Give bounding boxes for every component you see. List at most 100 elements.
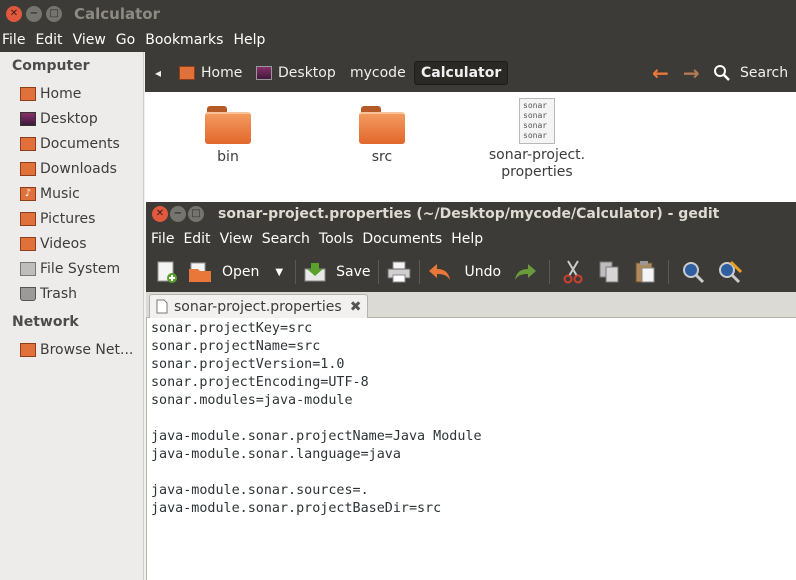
editor-line: sonar.projectEncoding=UTF-8 (151, 375, 369, 390)
redo-button[interactable] (513, 257, 537, 287)
home-folder-icon (20, 87, 36, 101)
paste-button[interactable] (634, 257, 656, 287)
sidebar-item-label: Home (40, 86, 82, 102)
location-bar: ◂ Home Desktop mycode Calculator ← → Sea… (145, 52, 796, 92)
sidebar-item-trash[interactable]: Trash (20, 286, 77, 302)
menu-view[interactable]: View (220, 231, 253, 247)
sidebar-item-downloads[interactable]: Downloads (20, 161, 117, 177)
close-window-icon[interactable]: ✕ (152, 206, 168, 222)
path-scroll-left-icon[interactable]: ◂ (155, 61, 161, 85)
magnifier-icon (683, 262, 705, 284)
sidebar-heading-computer: Computer (12, 58, 90, 74)
crumb-calculator[interactable]: Calculator (414, 61, 509, 85)
file-item-bin[interactable]: bin (193, 104, 263, 165)
crumb-desktop[interactable]: Desktop (256, 61, 336, 85)
find-button[interactable] (681, 257, 705, 287)
documents-folder-icon (20, 137, 36, 151)
scissors-icon (563, 260, 583, 284)
search-label: Search (740, 65, 789, 81)
file-name: sonar-project. properties (488, 147, 586, 180)
sidebar-item-label: Documents (40, 136, 120, 152)
editor-line: java-module.sonar.sources=. (151, 483, 369, 498)
sidebar-item-label: Pictures (40, 211, 96, 227)
toolbar-separator (295, 260, 297, 284)
redo-arrow-icon (515, 264, 537, 280)
find-replace-icon (719, 260, 743, 284)
open-recent-dropdown[interactable]: ▼ (275, 257, 283, 287)
desktop-icon (20, 112, 36, 126)
menu-view[interactable]: View (73, 32, 106, 48)
menu-documents[interactable]: Documents (362, 231, 442, 247)
folder-icon (359, 104, 405, 144)
sidebar-item-file-system[interactable]: File System (20, 261, 120, 277)
undo-button[interactable]: Undo (428, 257, 501, 287)
search-icon (714, 65, 730, 81)
file-item-sonar-properties[interactable]: sonar sonar sonar sonar sonar-project. p… (475, 98, 599, 181)
crumb-label: Home (201, 65, 243, 81)
menu-edit[interactable]: Edit (35, 32, 62, 48)
sidebar-item-music[interactable]: ♪ Music (20, 186, 80, 202)
file-item-src[interactable]: src (347, 104, 417, 165)
print-button[interactable] (387, 257, 411, 287)
crumb-mycode[interactable]: mycode (350, 61, 406, 85)
minimize-window-icon[interactable]: − (26, 6, 42, 22)
copy-button[interactable] (598, 257, 620, 287)
maximize-window-icon[interactable]: □ (188, 206, 204, 222)
pictures-folder-icon (20, 212, 36, 226)
tab-sonar-properties[interactable]: sonar-project.properties ✖ (149, 294, 369, 318)
gedit-toolbar: Open ▼ Save Undo (146, 252, 796, 292)
sidebar-heading-network: Network (12, 314, 79, 330)
close-tab-icon[interactable]: ✖ (350, 299, 362, 315)
crumb-label: Desktop (278, 65, 336, 81)
menu-go[interactable]: Go (116, 32, 135, 48)
crumb-label: mycode (350, 65, 406, 81)
minimize-window-icon[interactable]: − (170, 206, 186, 222)
menu-search[interactable]: Search (262, 231, 310, 247)
copy-icon (599, 261, 619, 283)
editor-line: sonar.modules=java-module (151, 393, 353, 408)
save-icon (304, 263, 326, 282)
sidebar-item-documents[interactable]: Documents (20, 136, 120, 152)
hard-drive-icon (20, 262, 36, 276)
menu-edit[interactable]: Edit (183, 231, 210, 247)
menu-tools[interactable]: Tools (319, 231, 354, 247)
new-button[interactable] (156, 257, 178, 287)
close-window-icon[interactable]: ✕ (6, 6, 22, 22)
sidebar-item-pictures[interactable]: Pictures (20, 211, 95, 227)
back-arrow-icon[interactable]: ← (652, 61, 669, 85)
crumb-home[interactable]: Home (179, 61, 242, 85)
text-editor-area[interactable]: sonar.projectKey=src sonar.projectName=s… (146, 318, 796, 580)
editor-line: sonar.projectKey=src (151, 321, 313, 336)
forward-arrow-icon[interactable]: → (683, 61, 700, 85)
window-title: Calculator (74, 5, 160, 23)
menu-file[interactable]: File (151, 231, 174, 247)
desktop-icon (256, 66, 272, 80)
network-folder-icon (20, 343, 36, 357)
sidebar-item-browse-network[interactable]: Browse Net... (20, 342, 133, 358)
sidebar-item-home[interactable]: Home (20, 86, 81, 102)
save-label: Save (336, 264, 371, 280)
sidebar-item-label: Music (40, 186, 80, 202)
sidebar-item-label: Browse Net... (40, 342, 134, 358)
menu-bookmarks[interactable]: Bookmarks (145, 32, 223, 48)
menu-file[interactable]: File (2, 32, 25, 48)
open-button[interactable]: Open (188, 257, 259, 287)
file-manager-titlebar: ✕ − □ Calculator (0, 0, 796, 28)
find-replace-button[interactable] (717, 257, 743, 287)
window-title: sonar-project.properties (~/Desktop/myco… (218, 206, 720, 222)
search-button[interactable]: Search (713, 61, 788, 85)
maximize-window-icon[interactable]: □ (46, 6, 62, 22)
save-button[interactable]: Save (304, 257, 370, 287)
menu-help[interactable]: Help (233, 32, 265, 48)
cut-button[interactable] (562, 257, 584, 287)
undo-label: Undo (464, 264, 502, 280)
sidebar-item-desktop[interactable]: Desktop (20, 111, 98, 127)
paste-clipboard-icon (635, 261, 655, 283)
menu-help[interactable]: Help (451, 231, 483, 247)
editor-line: java-module.sonar.language=java (151, 447, 401, 462)
new-document-icon (157, 261, 177, 283)
videos-folder-icon (20, 237, 36, 251)
sidebar-item-videos[interactable]: Videos (20, 236, 87, 252)
